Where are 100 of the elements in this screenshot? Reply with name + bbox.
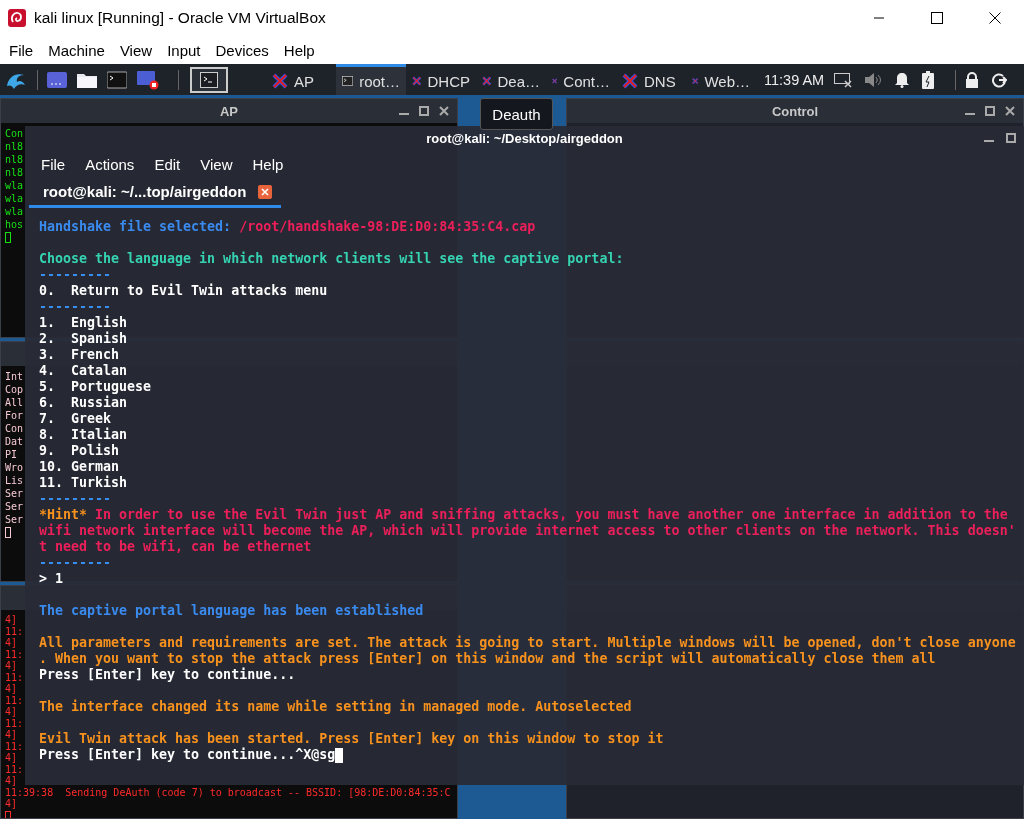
- taskbar-button[interactable]: Web…: [686, 64, 756, 95]
- terminal-icon: [200, 71, 218, 88]
- output-line: 0. Return to Evil Twin attacks menu: [39, 283, 328, 299]
- output-line: 4]: [5, 729, 18, 741]
- output-line: 4]: [5, 706, 18, 718]
- menu-item[interactable]: Devices: [215, 39, 269, 61]
- output-line: t need to be wifi, can be ethernet: [39, 539, 312, 555]
- output-line: 11:: [5, 740, 24, 752]
- output-line: . When you want to stop the attack press [Enter] on this window and the script will automatically close them all: [39, 651, 936, 667]
- menu-item[interactable]: Edit: [154, 155, 181, 173]
- output-line: Press [Enter] key to continue...^X@sg: [39, 747, 336, 763]
- window-title: kali linux [Running] - Oracle VM VirtualBox: [34, 9, 327, 27]
- output-line: Choose the language in which network clients will see the captive portal:: [39, 251, 624, 267]
- terminal-launcher[interactable]: [190, 66, 228, 93]
- minimize-icon: [399, 113, 409, 115]
- output-line: ---------: [39, 555, 112, 571]
- output-line: Lis: [5, 474, 24, 487]
- menu-item[interactable]: Machine: [48, 39, 105, 61]
- maximize-icon: [931, 12, 943, 24]
- lock-icon[interactable]: [965, 71, 980, 88]
- output-line: ---------: [39, 299, 112, 315]
- output-line: 11:: [5, 763, 24, 775]
- output-line: hos: [5, 218, 24, 231]
- output-line: wla: [5, 192, 24, 205]
- menu-item[interactable]: Help: [283, 39, 315, 61]
- power-icon[interactable]: [991, 71, 1008, 88]
- close-icon: [1005, 106, 1015, 116]
- output-line: 8. Italian: [39, 427, 128, 443]
- output-line: *Hint* In order to use the Evil Twin just AP and sniffing attacks, you must have another one interface in addition to the: [39, 507, 1008, 523]
- output-line: Ser: [5, 500, 24, 513]
- output-line: 11:: [5, 625, 24, 637]
- output-line: wla: [5, 205, 24, 218]
- terminal-icon[interactable]: [107, 70, 127, 89]
- close-icon: [439, 106, 449, 116]
- taskbar-button[interactable]: Cont…: [546, 64, 616, 95]
- x-icon: [622, 73, 638, 89]
- output-line: For: [5, 409, 24, 422]
- output-line: nl8: [5, 166, 24, 179]
- output-line: 11:39:38 Sending DeAuth (code 7) to broadcast -- BSSID: [98:DE:D0:84:35:C: [5, 786, 451, 798]
- window-icon[interactable]: [47, 70, 67, 89]
- output-line: 11. Turkish: [39, 475, 128, 491]
- display-icon[interactable]: [834, 71, 853, 88]
- menu-item[interactable]: Actions: [85, 155, 135, 173]
- menu-item[interactable]: View: [119, 39, 153, 61]
- output-line: All parameters and requirements are set. The attack is going to start. Multiple windows will be opened, don't close anyone: [39, 635, 1016, 651]
- app-icon: [8, 9, 26, 27]
- window-title: AP: [219, 103, 239, 119]
- menu-item[interactable]: File: [9, 39, 34, 61]
- close-icon: [258, 184, 273, 199]
- output-line: 4. Catalan: [39, 363, 128, 379]
- taskbar-button[interactable]: DHCP: [406, 64, 476, 95]
- output-line: Int: [5, 370, 24, 383]
- tooltip: Deauth: [480, 98, 553, 130]
- menu-item[interactable]: Help: [252, 155, 284, 173]
- taskbar-button[interactable]: Dea…: [476, 64, 546, 95]
- menu-item[interactable]: File: [41, 155, 66, 173]
- battery-icon[interactable]: [922, 70, 935, 89]
- output-line: 4]: [5, 614, 18, 626]
- output-line: 4]: [5, 660, 18, 672]
- maximize-icon: [985, 106, 995, 116]
- bell-icon[interactable]: [894, 71, 911, 88]
- output-line: 11:: [5, 648, 24, 660]
- output-line: Dat: [5, 435, 24, 448]
- cursor: [5, 527, 11, 538]
- output-line: Con: [5, 422, 24, 435]
- output-line: Cop: [5, 383, 24, 396]
- maximize-icon: [419, 106, 429, 116]
- minimize-icon: [984, 140, 994, 142]
- taskbar-button[interactable]: AP: [266, 64, 336, 95]
- output-line: 9. Polish: [39, 443, 120, 459]
- taskbar-button[interactable]: root…: [336, 64, 406, 95]
- output-line: > 1: [39, 571, 64, 587]
- output-line: Wro: [5, 461, 24, 474]
- terminal-icon: [342, 74, 354, 88]
- tab[interactable]: root@kali: ~/...top/airgeddon: [29, 178, 281, 208]
- volume-icon[interactable]: [864, 71, 883, 88]
- output-line: 3. French: [39, 347, 120, 363]
- output-line: nl8: [5, 153, 24, 166]
- output-line: Evil Twin attack has been started. Press [Enter] key on this window to stop it: [39, 731, 664, 747]
- x-icon: [272, 73, 288, 89]
- menu-item[interactable]: View: [200, 155, 233, 173]
- output-line: PI: [5, 448, 18, 461]
- cursor: [5, 810, 11, 818]
- monitor-icon[interactable]: [137, 69, 159, 90]
- output-line: wifi network interface will become the AP, which will provide internet access to other clients on the network. This doesn': [39, 523, 1016, 539]
- output-line: 4]: [5, 775, 18, 787]
- output-line: 4]: [5, 683, 18, 695]
- output-line: 4]: [5, 752, 18, 764]
- clock[interactable]: 11:39 AM: [764, 71, 825, 88]
- taskbar-button[interactable]: DNS: [616, 64, 686, 95]
- close-icon: [989, 12, 1001, 24]
- maximize-icon: [1006, 133, 1016, 143]
- output-line: 6. Russian: [39, 395, 128, 411]
- output-line: 11:: [5, 717, 24, 729]
- output-line: 5. Portuguese: [39, 379, 152, 395]
- output-line: Press [Enter] key to continue...: [39, 667, 296, 683]
- output-line: The interface changed its name while setting in managed mode. Autoselected: [39, 699, 632, 715]
- output-line: wla: [5, 179, 24, 192]
- menu-item[interactable]: Input: [167, 39, 201, 61]
- cursor: [5, 232, 11, 243]
